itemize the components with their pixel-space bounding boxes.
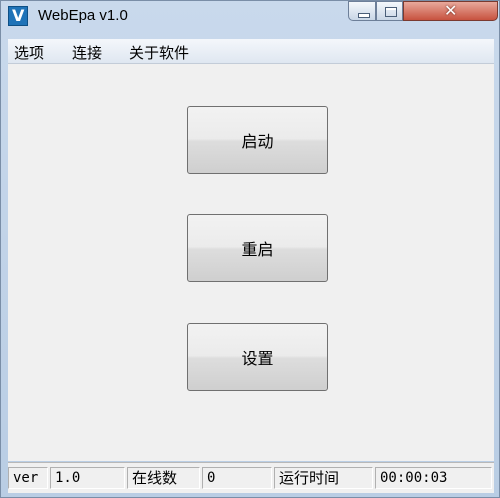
maximize-icon bbox=[385, 7, 397, 17]
title-bar[interactable]: V WebEpa v1.0 ✕ bbox=[1, 1, 499, 33]
runtime-value: 00:00:03 bbox=[375, 467, 492, 489]
menu-bar: 选项 连接 关于软件 bbox=[8, 39, 494, 64]
minimize-icon bbox=[358, 13, 370, 18]
menu-about[interactable]: 关于软件 bbox=[129, 42, 189, 63]
restart-button[interactable]: 重启 bbox=[187, 214, 328, 282]
start-button[interactable]: 启动 bbox=[187, 106, 328, 174]
close-button[interactable]: ✕ bbox=[403, 1, 498, 21]
version-value: 1.0 bbox=[50, 467, 125, 489]
window-title: WebEpa v1.0 bbox=[38, 7, 128, 24]
menu-connection[interactable]: 连接 bbox=[72, 42, 102, 63]
version-label: ver bbox=[8, 467, 48, 489]
close-icon: ✕ bbox=[444, 1, 458, 20]
maximize-button[interactable] bbox=[376, 1, 403, 21]
app-window: V WebEpa v1.0 ✕ 选项 连接 关于软件 启动 重启 设置 ver … bbox=[0, 0, 500, 498]
menu-options[interactable]: 选项 bbox=[14, 42, 44, 63]
main-panel: 启动 重启 设置 bbox=[8, 64, 494, 461]
status-bar: ver 1.0 在线数 0 运行时间 00:00:03 bbox=[8, 462, 494, 493]
online-count-value: 0 bbox=[202, 467, 272, 489]
runtime-label: 运行时间 bbox=[274, 467, 373, 489]
online-count-label: 在线数 bbox=[127, 467, 200, 489]
minimize-button[interactable] bbox=[348, 1, 376, 21]
app-logo-icon: V bbox=[8, 6, 28, 26]
settings-button[interactable]: 设置 bbox=[187, 323, 328, 391]
